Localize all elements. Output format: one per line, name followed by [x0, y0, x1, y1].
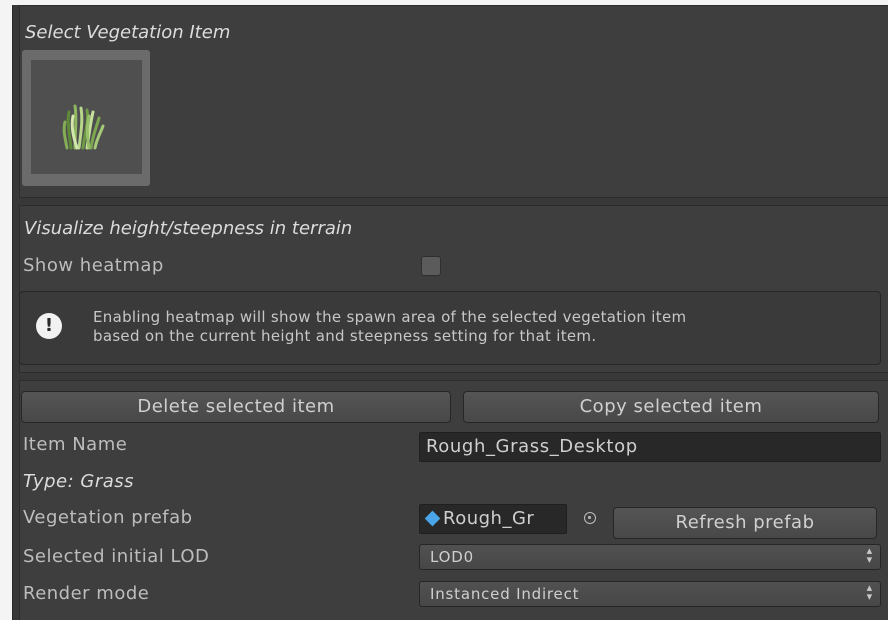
select-vegetation-section: Select Vegetation Item — [19, 5, 888, 198]
grass-icon — [62, 104, 105, 150]
help-line-2: based on the current height and steepnes… — [93, 327, 597, 345]
dropdown-arrows-icon: ▴ ▾ — [866, 581, 873, 603]
render-mode-dropdown[interactable]: Instanced Indirect ▴ ▾ — [419, 581, 881, 607]
vegetation-prefab-label: Vegetation prefab — [23, 507, 193, 528]
refresh-prefab-button[interactable]: Refresh prefab — [613, 507, 877, 539]
initial-lod-dropdown[interactable]: LOD0 ▴ ▾ — [419, 544, 881, 570]
delete-selected-item-button[interactable]: Delete selected item — [21, 391, 451, 423]
select-vegetation-title: Select Vegetation Item — [25, 22, 231, 43]
show-heatmap-checkbox[interactable] — [421, 256, 441, 276]
vegetation-prefab-field[interactable]: Rough_Gr — [419, 504, 567, 534]
item-name-input[interactable]: Rough_Grass_Desktop — [419, 432, 881, 462]
type-label: Type: Grass — [23, 471, 135, 492]
heatmap-help-text: Enabling heatmap will show the spawn are… — [93, 308, 863, 346]
dropdown-arrows-icon: ▴ ▾ — [866, 544, 873, 566]
heatmap-help-box: ! Enabling heatmap will show the spawn a… — [19, 291, 881, 365]
copy-selected-item-button[interactable]: Copy selected item — [463, 391, 879, 423]
initial-lod-value: LOD0 — [430, 548, 474, 566]
vegetation-item-thumbnail[interactable] — [22, 50, 150, 186]
inspector-panel: Select Vegetation Item Visualize height/… — [12, 5, 888, 620]
render-mode-value: Instanced Indirect — [430, 585, 580, 603]
render-mode-label: Render mode — [23, 583, 150, 604]
help-line-1: Enabling heatmap will show the spawn are… — [93, 308, 687, 326]
show-heatmap-label: Show heatmap — [23, 255, 164, 276]
visualize-title: Visualize height/steepness in terrain — [24, 218, 353, 239]
prefab-value: Rough_Gr — [443, 508, 535, 529]
object-picker-icon[interactable] — [584, 512, 596, 524]
initial-lod-label: Selected initial LOD — [23, 546, 210, 567]
item-name-label: Item Name — [23, 434, 128, 455]
prefab-cube-icon — [424, 510, 441, 527]
warning-icon: ! — [36, 313, 62, 339]
thumbnail-frame — [31, 60, 142, 174]
